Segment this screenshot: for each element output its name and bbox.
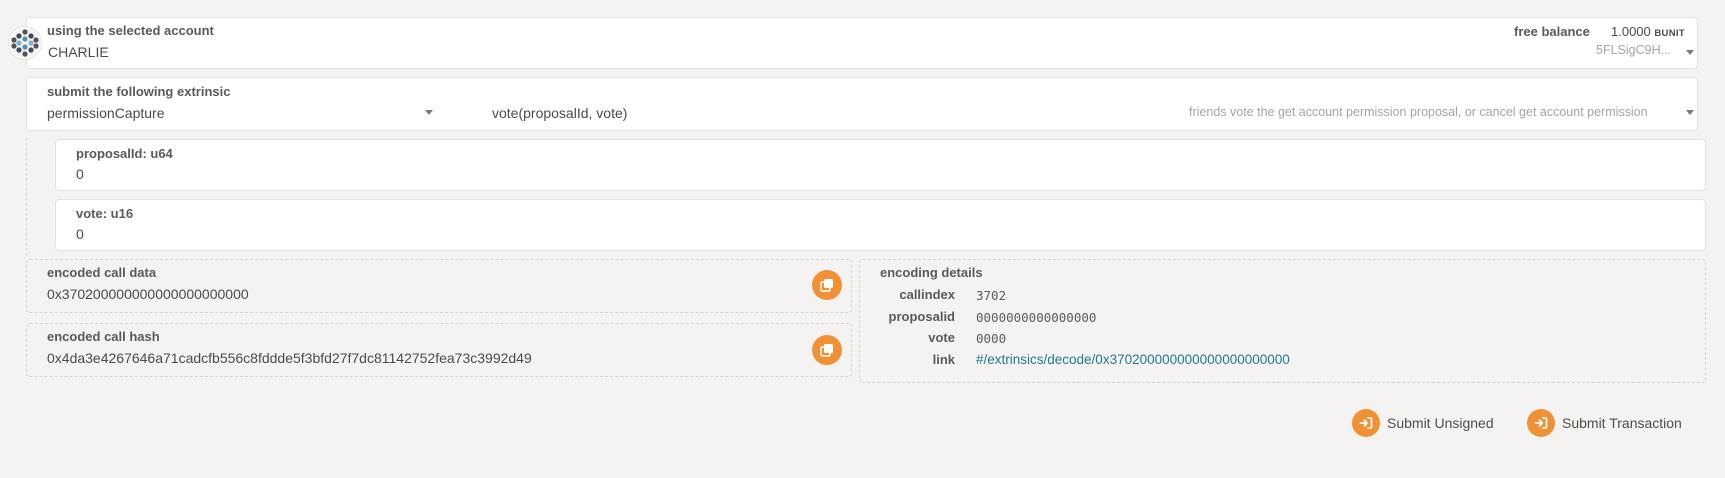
decode-link[interactable]: #/extrinsics/decode/0x370200000000000000… <box>976 352 1290 367</box>
encoded-call-hash-label: encoded call hash <box>47 329 160 344</box>
chevron-down-icon <box>1686 110 1694 115</box>
encoded-call-hash-box: encoded call hash 0x4da3e4267646a71cadcf… <box>26 323 852 377</box>
identicon-icon <box>10 28 40 58</box>
param-vote-field[interactable]: vote: u16 0 <box>55 199 1706 251</box>
encoded-call-data-label: encoded call data <box>47 265 157 280</box>
account-selector[interactable]: using the selected account CHARLIE free … <box>26 17 1698 69</box>
free-balance-value: 1.0000 BUNIT <box>1611 24 1685 39</box>
encoding-details-title: encoding details <box>880 265 983 280</box>
vote-key: vote <box>928 330 955 345</box>
vote-value: 0000 <box>976 331 1007 346</box>
section-value: permissionCapture <box>47 105 165 121</box>
method-help: friends vote the get account permission … <box>1189 105 1648 119</box>
param-proposalid-label: proposalId: u64 <box>76 146 173 161</box>
callindex-value: 3702 <box>976 288 1007 303</box>
copy-icon <box>820 279 833 292</box>
method-value: vote(proposalId, vote) <box>492 105 628 121</box>
param-proposalid-value: 0 <box>76 166 84 182</box>
extrinsic-selector: submit the following extrinsic permissio… <box>26 77 1698 131</box>
encoded-call-data-box: encoded call data 0x37020000000000000000… <box>26 259 852 313</box>
balance-unit: BUNIT <box>1654 28 1685 39</box>
chevron-down-icon[interactable] <box>1686 50 1694 55</box>
submit-transaction-button[interactable]: Submit Transaction <box>1527 409 1682 437</box>
section-dropdown[interactable]: permissionCapture <box>27 78 437 132</box>
encoded-call-data-value: 0x370200000000000000000000 <box>47 286 249 302</box>
encoded-call-hash-value: 0x4da3e4267646a71cadcfb556c8fddde5f3bfd2… <box>47 350 532 366</box>
param-vote-label: vote: u16 <box>76 206 134 221</box>
proposalid-value: 0000000000000000 <box>976 310 1097 325</box>
account-name: CHARLIE <box>48 44 109 60</box>
submit-unsigned-label: Submit Unsigned <box>1387 415 1494 431</box>
account-address: 5FLSigC9H... <box>1596 43 1672 57</box>
balance-amount: 1.0000 <box>1611 24 1651 39</box>
param-proposalid-field[interactable]: proposalId: u64 0 <box>55 139 1706 191</box>
submit-unsigned-button[interactable]: Submit Unsigned <box>1352 409 1494 437</box>
encoding-details-box: encoding details callindex 3702 proposal… <box>859 259 1706 383</box>
param-vote-value: 0 <box>76 226 84 242</box>
method-dropdown[interactable]: vote(proposalId, vote) friends vote the … <box>437 78 1699 132</box>
account-label: using the selected account <box>47 23 214 38</box>
callindex-key: callindex <box>899 287 955 302</box>
submit-transaction-label: Submit Transaction <box>1562 415 1682 431</box>
sign-in-icon <box>1527 409 1555 437</box>
link-key: link <box>932 352 955 367</box>
sign-in-icon <box>1352 409 1380 437</box>
chevron-down-icon <box>425 110 433 115</box>
avatar <box>9 27 41 59</box>
copy-icon <box>820 344 833 357</box>
proposalid-key: proposalid <box>888 309 955 324</box>
free-balance-label: free balance <box>1514 24 1590 39</box>
